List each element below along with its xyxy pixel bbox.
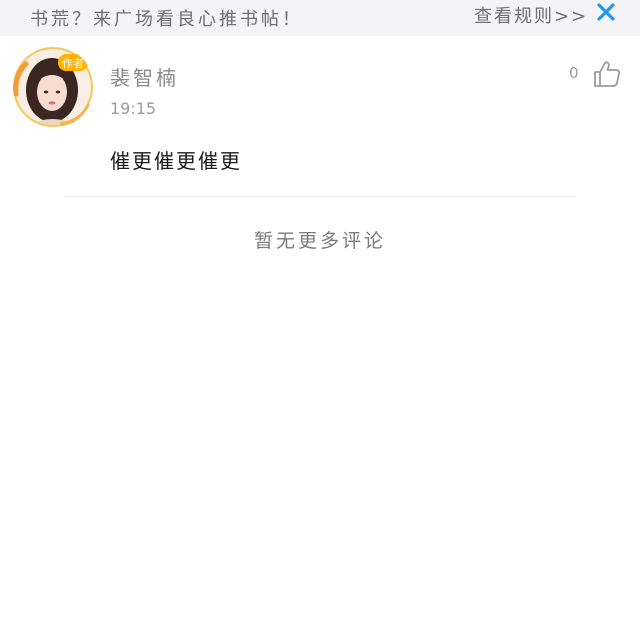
notice-text[interactable]: 书荒？来广场看良心推书帖！ [30, 5, 303, 31]
no-more-comments-text: 暂无更多评论 [253, 230, 386, 252]
close-icon[interactable] [594, 0, 618, 24]
author-name[interactable]: 裴智楠 [110, 62, 179, 91]
comment-body: 催更催更催更 [110, 149, 242, 173]
divider [64, 196, 576, 197]
like-count: 0 [569, 64, 579, 82]
comment-time: 19:15 [110, 99, 157, 118]
avatar[interactable]: 作者 [12, 46, 94, 128]
comment-page: 书荒？来广场看良心推书帖！ 查看规则>> 作者 裴智楠 19:15 0 催更催更… [0, 0, 640, 640]
thumbs-up-icon[interactable] [592, 59, 622, 89]
view-rules-link[interactable]: 查看规则>> [474, 2, 588, 28]
author-badge: 作者 [62, 57, 84, 70]
